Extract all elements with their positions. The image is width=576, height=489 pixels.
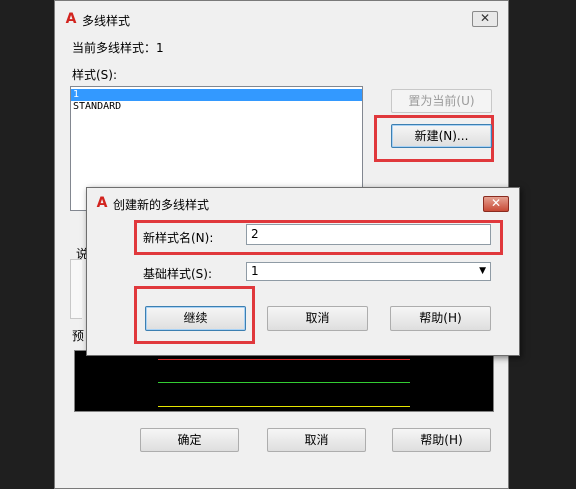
- list-item[interactable]: STANDARD: [71, 101, 362, 113]
- current-style-label: 当前多线样式：1: [72, 41, 164, 55]
- cancel-button[interactable]: 取消: [267, 306, 368, 331]
- chevron-down-icon[interactable]: ▼: [479, 263, 486, 280]
- help-button[interactable]: 帮助(H): [392, 428, 491, 452]
- list-item[interactable]: 1: [71, 89, 362, 101]
- preview-pane: [74, 350, 494, 412]
- base-style-select[interactable]: 1 ▼: [246, 262, 491, 281]
- dialog-title: 创建新的多线样式: [113, 198, 210, 212]
- base-style-label: 基础样式(S):: [143, 267, 213, 281]
- preview-label: 预: [72, 329, 85, 343]
- dialog-title: 多线样式: [82, 14, 131, 28]
- description-field: [70, 259, 82, 319]
- cancel-button[interactable]: 取消: [267, 428, 366, 452]
- continue-button[interactable]: 继续: [145, 306, 246, 331]
- preview-line-red: [158, 359, 410, 360]
- new-button[interactable]: 新建(N)...: [391, 124, 492, 148]
- preview-line-green: [158, 382, 410, 383]
- base-style-value: 1: [251, 264, 259, 278]
- new-name-label: 新样式名(N):: [143, 231, 214, 245]
- close-icon[interactable]: ✕: [483, 196, 509, 212]
- close-icon[interactable]: ✕: [472, 11, 498, 27]
- set-current-button[interactable]: 置为当前(U): [391, 89, 492, 113]
- preview-line-yellow: [158, 406, 410, 407]
- styles-label: 样式(S):: [72, 68, 118, 82]
- create-new-style-dialog: A 创建新的多线样式 ✕ 新样式名(N): 2 基础样式(S): 1 ▼ 继续 …: [86, 187, 520, 356]
- help-button[interactable]: 帮助(H): [390, 306, 491, 331]
- autocad-logo-icon: A: [65, 11, 77, 27]
- ok-button[interactable]: 确定: [140, 428, 239, 452]
- new-name-input[interactable]: 2: [246, 224, 491, 245]
- autocad-logo-icon: A: [96, 195, 108, 211]
